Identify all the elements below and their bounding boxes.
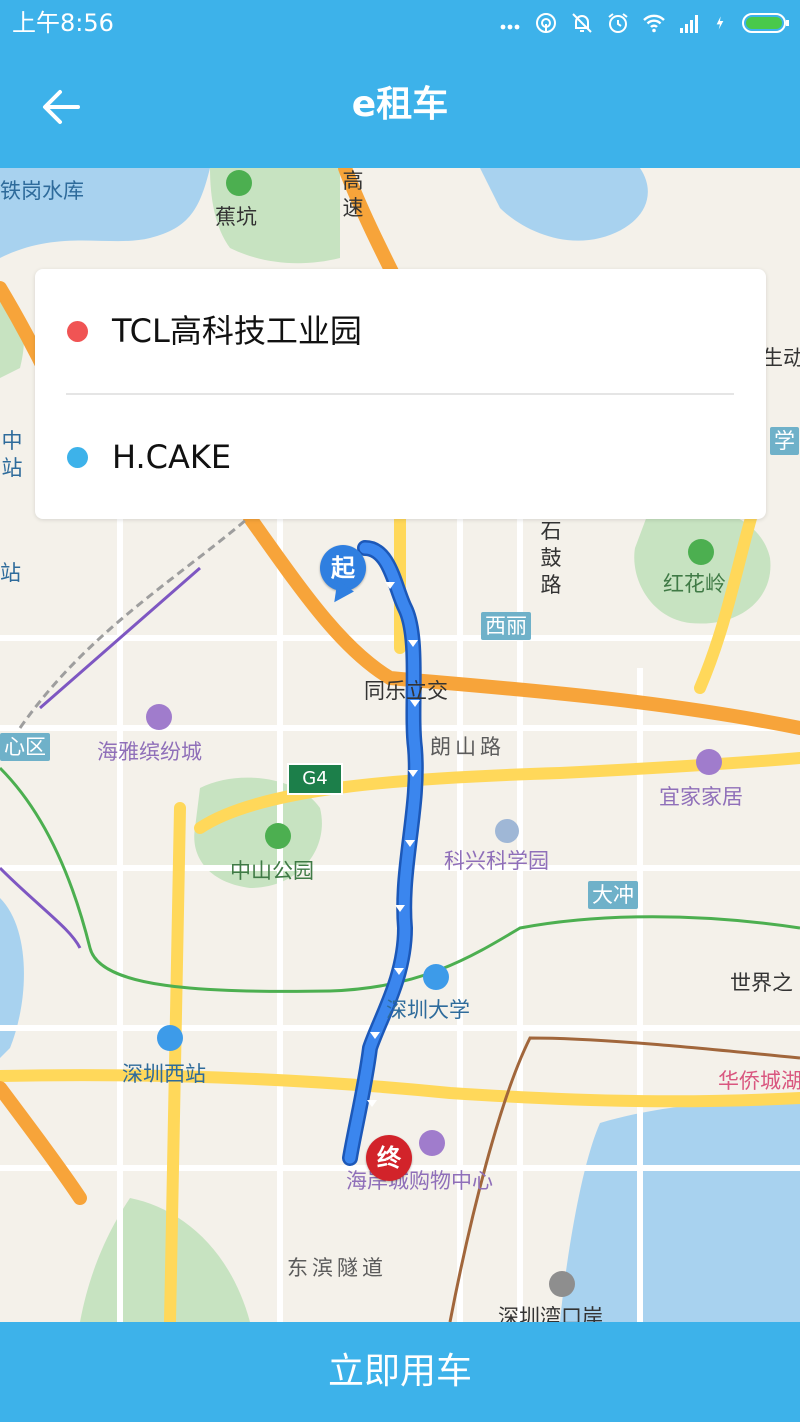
lake-water-right [480, 168, 648, 241]
end-location-text: H.CAKE [112, 438, 232, 476]
status-bar: 上午8:56 [0, 0, 800, 46]
bay-water-left [0, 898, 24, 1058]
alarm-icon [608, 13, 628, 33]
status-icons [498, 8, 790, 38]
shop-icon-coastal [419, 1130, 445, 1156]
end-dot-icon [67, 447, 88, 468]
label-xili: 西丽 [481, 612, 531, 640]
label-center-district: 心区 [0, 733, 50, 761]
label-edge-school: 学 [770, 427, 799, 455]
end-marker[interactable]: 终 [366, 1135, 412, 1181]
park-icon-jiaokeng [226, 170, 252, 196]
start-dot-icon [67, 321, 88, 342]
label-shigu-road: 石鼓路 [540, 519, 562, 597]
park-icon-honghualing [688, 539, 714, 565]
bay-water [560, 1101, 800, 1322]
label-dachong: 大冲 [588, 881, 638, 909]
label-edge-zhong-zhan: 中站 [1, 429, 23, 480]
app-bar: e租车 [0, 46, 800, 168]
page-title: e租车 [351, 84, 449, 125]
app-root: 上午8:56 e租车 铁岗水库 蕉坑 高速 石鼓路 红花岭 西丽 同乐立交 朗山… [0, 0, 800, 1422]
hotspot-icon [536, 13, 556, 33]
label-overseas-chinese-town: 华侨城湖 [718, 1069, 800, 1093]
label-edge-dong: 生动 [762, 346, 800, 370]
signal-icon [680, 15, 698, 33]
park-icon-zhongshan [265, 823, 291, 849]
status-time: 上午8:56 [12, 9, 114, 37]
label-edge-zhan: 站 [0, 561, 21, 585]
start-location-row[interactable]: TCL高科技工业园 [35, 269, 766, 393]
use-car-now-button[interactable]: 立即用车 [0, 1322, 800, 1422]
g4-highway-shield: G4 [287, 763, 343, 795]
label-yijia-home: 宜家家居 [659, 785, 743, 809]
label-dongbin-tunnel: 东滨隧道 [287, 1256, 387, 1280]
label-shenzhen-bay-port: 深圳湾口岸 [498, 1305, 603, 1322]
university-icon [423, 964, 449, 990]
label-expressway: 高速 [342, 169, 364, 220]
port-icon [549, 1271, 575, 1297]
label-tiegang-reservoir: 铁岗水库 [0, 179, 84, 203]
charging-icon [716, 16, 724, 30]
label-coastal-city-mall: 海岸城购物中心 [346, 1169, 493, 1193]
label-kexing-science-park: 科兴科学园 [444, 849, 549, 873]
mute-bell-icon [572, 13, 592, 33]
wifi-icon [643, 14, 665, 33]
label-langshan-road: 朗山路 [430, 735, 505, 759]
shop-icon-yijia [696, 749, 722, 775]
label-window-of-world: 世界之 [730, 971, 793, 995]
label-haiya-mall: 海雅缤纷城 [97, 740, 202, 764]
end-location-row[interactable]: H.CAKE [35, 395, 766, 519]
route-address-card: TCL高科技工业园 H.CAKE [35, 269, 766, 519]
shop-icon-haiya [146, 704, 172, 730]
label-jiaokeng: 蕉坑 [215, 205, 257, 229]
campus-icon-kexing [495, 819, 519, 843]
label-shenzhen-university: 深圳大学 [386, 998, 470, 1022]
label-zhongshan-park: 中山公园 [230, 859, 314, 883]
label-honghualing: 红花岭 [663, 572, 726, 596]
label-shenzhen-west-station: 深圳西站 [122, 1062, 206, 1086]
train-station-icon [157, 1025, 183, 1051]
battery-icon [742, 13, 789, 33]
more-dots-icon [500, 24, 520, 30]
start-location-text: TCL高科技工业园 [112, 312, 362, 350]
label-tongle-interchange: 同乐立交 [364, 679, 448, 703]
